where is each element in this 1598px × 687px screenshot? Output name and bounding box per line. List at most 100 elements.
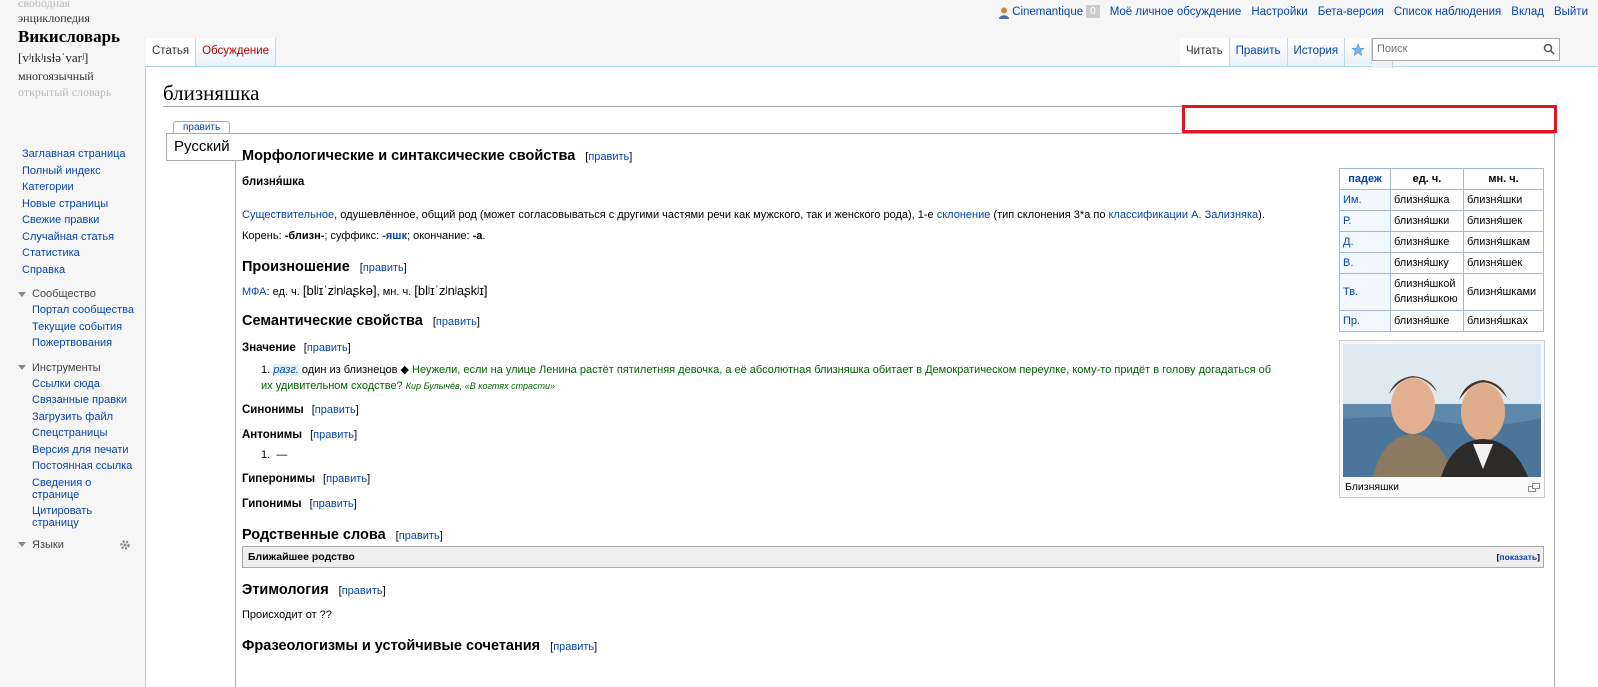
section-label: Сообщество bbox=[32, 288, 96, 300]
case-link[interactable]: Им. bbox=[1339, 189, 1391, 211]
language-tab-russian[interactable]: Русский bbox=[166, 133, 244, 161]
sidebar-item-special-pages[interactable]: Спецстраницы bbox=[0, 425, 145, 442]
site-logo[interactable]: свободная энциклопедия Викисловарь [vʲɪk… bbox=[18, 0, 133, 100]
section-heading: Морфологические и синтаксические свойств… bbox=[242, 148, 576, 164]
case-link[interactable]: Тв. bbox=[1339, 273, 1391, 311]
header-case[interactable]: падеж bbox=[1339, 168, 1391, 190]
tab-read[interactable]: Читать bbox=[1180, 38, 1230, 66]
sidebar-item-new-pages[interactable]: Новые страницы bbox=[0, 196, 145, 213]
watch-star-icon[interactable] bbox=[1345, 38, 1373, 64]
case-link[interactable]: Р. bbox=[1339, 210, 1391, 232]
edit-section-link[interactable]: править bbox=[363, 262, 404, 274]
case-link[interactable]: В. bbox=[1339, 252, 1391, 274]
table-row: Д. близня́шке близня́шкам bbox=[1339, 231, 1544, 253]
suffix-link[interactable]: -яшк bbox=[382, 230, 407, 242]
sidebar-item-help[interactable]: Справка bbox=[0, 262, 145, 279]
username-link[interactable]: Cinemantique bbox=[1012, 6, 1083, 18]
sidebar-item-page-info[interactable]: Сведения о странице bbox=[0, 477, 112, 501]
section-heading: Произношение bbox=[242, 259, 350, 275]
twins-photo[interactable] bbox=[1343, 344, 1541, 477]
notification-badge[interactable]: 0 bbox=[1086, 5, 1100, 18]
sidebar-section-languages[interactable]: Языки bbox=[0, 537, 145, 553]
logo-subtitle-2: открытый словарь bbox=[18, 85, 112, 99]
sidebar-section-tools[interactable]: Инструменты bbox=[0, 360, 145, 376]
zaliznyak-link[interactable]: классификации А. Зализняка bbox=[1109, 209, 1259, 221]
edit-section-link[interactable]: править bbox=[307, 342, 348, 354]
section-heading: Семантические свойства bbox=[242, 313, 423, 329]
edit-section-link[interactable]: править bbox=[315, 404, 356, 416]
beta-link[interactable]: Бета-версия bbox=[1318, 6, 1384, 18]
edit-section-link[interactable]: править bbox=[342, 585, 383, 597]
section-pronunciation: Произношение [править] bbox=[242, 259, 407, 275]
sidebar-item-main-page[interactable]: Заглавная страница bbox=[0, 146, 145, 163]
contributions-link[interactable]: Вклад bbox=[1511, 6, 1544, 18]
sidebar-item-categories[interactable]: Категории bbox=[0, 179, 145, 196]
sidebar-item-print[interactable]: Версия для печати bbox=[0, 442, 145, 459]
plural-form: близня́шки bbox=[1463, 189, 1544, 211]
search-icon[interactable] bbox=[1543, 43, 1555, 55]
sidebar-item-full-index[interactable]: Полный индекс bbox=[0, 163, 145, 180]
sidebar-item-current-events[interactable]: Текущие события bbox=[0, 319, 145, 336]
sidebar-item-related-changes[interactable]: Связанные правки bbox=[0, 392, 145, 409]
table-header-row: падеж ед. ч. мн. ч. bbox=[1339, 168, 1544, 190]
gear-icon[interactable] bbox=[119, 539, 131, 551]
tab-article[interactable]: Статья bbox=[146, 38, 197, 66]
logo-title: Викисловарь bbox=[18, 27, 121, 46]
logout-link[interactable]: Выйти bbox=[1554, 6, 1588, 18]
pos-link[interactable]: Существительное bbox=[242, 209, 334, 221]
header-plural: мн. ч. bbox=[1463, 168, 1544, 190]
edit-section-link[interactable]: править bbox=[436, 316, 477, 328]
singular-form: близня́шки bbox=[1390, 210, 1464, 232]
logo-tagline: энциклопедия bbox=[18, 11, 90, 25]
table-row: Пр. близня́шке близня́шках bbox=[1339, 310, 1544, 332]
edit-section-link[interactable]: править bbox=[399, 530, 440, 542]
declension-link[interactable]: склонение bbox=[937, 209, 991, 221]
sidebar-item-portal[interactable]: Портал сообщества bbox=[0, 302, 145, 319]
sidebar-item-statistics[interactable]: Статистика bbox=[0, 245, 145, 262]
singular-form: близня́шка bbox=[1390, 189, 1464, 211]
sidebar-item-what-links-here[interactable]: Ссылки сюда bbox=[0, 376, 145, 393]
tab-history[interactable]: История bbox=[1287, 38, 1346, 66]
headword: близня́шка bbox=[242, 176, 305, 188]
sidebar-item-donations[interactable]: Пожертвования bbox=[0, 335, 145, 352]
section-label: Языки bbox=[32, 538, 64, 551]
etymology-text: Происходит от ?? bbox=[242, 609, 332, 621]
table-row: В. близня́шку близня́шек bbox=[1339, 252, 1544, 274]
example-source: Кир Булычёв, «В когтях страсти» bbox=[405, 381, 556, 391]
sidebar-item-recent-changes[interactable]: Свежие правки bbox=[0, 212, 145, 229]
colloquial-label-link[interactable]: разг. bbox=[273, 364, 299, 376]
subsection-meaning: Значение [править] bbox=[242, 342, 351, 354]
table-row: Р. близня́шки близня́шек bbox=[1339, 210, 1544, 232]
sidebar-section-community[interactable]: Сообщество bbox=[0, 286, 145, 302]
plural-form: близня́шек bbox=[1463, 252, 1544, 274]
enlarge-icon[interactable] bbox=[1528, 483, 1540, 492]
preferences-link[interactable]: Настройки bbox=[1251, 6, 1307, 18]
edit-section-link[interactable]: править bbox=[313, 498, 354, 510]
collapsible-title: Ближайшее родство bbox=[248, 551, 355, 563]
search-input[interactable] bbox=[1373, 39, 1541, 58]
collapse-arrow-icon bbox=[18, 542, 26, 547]
edit-section-link[interactable]: править bbox=[553, 641, 594, 653]
sidebar-item-cite[interactable]: Цитировать страницу bbox=[0, 505, 112, 529]
singular-form: близня́шкой близня́шкою bbox=[1390, 273, 1464, 311]
case-link[interactable]: Пр. bbox=[1339, 310, 1391, 332]
sidebar-item-upload[interactable]: Загрузить файл bbox=[0, 409, 145, 426]
edit-section-link[interactable]: править bbox=[588, 151, 629, 163]
ipa-link[interactable]: МФА bbox=[242, 286, 267, 298]
edit-section-link[interactable]: править bbox=[326, 473, 367, 485]
case-link[interactable]: Д. bbox=[1339, 231, 1391, 253]
singular-form: близня́шке bbox=[1390, 231, 1464, 253]
talk-link[interactable]: Моё личное обсуждение bbox=[1110, 6, 1242, 18]
show-toggle-link[interactable]: показать bbox=[1500, 552, 1538, 562]
plural-form: близня́шках bbox=[1463, 310, 1544, 332]
tab-discussion[interactable]: Обсуждение bbox=[196, 38, 277, 66]
subsection-antonyms: Антонимы [править] bbox=[242, 429, 358, 441]
related-collapsible: Ближайшее родство [показать] bbox=[242, 546, 1544, 568]
watchlist-link[interactable]: Список наблюдения bbox=[1394, 6, 1501, 18]
edit-section-link[interactable]: править bbox=[313, 429, 354, 441]
sidebar-item-permalink[interactable]: Постоянная ссылка bbox=[0, 458, 145, 475]
sidebar-navigation: Заглавная страница Полный индекс Категор… bbox=[0, 146, 145, 278]
tab-edit[interactable]: Править bbox=[1229, 38, 1288, 66]
sidebar-item-random[interactable]: Случайная статья bbox=[0, 229, 145, 246]
section-semantics: Семантические свойства [править] bbox=[242, 313, 480, 329]
